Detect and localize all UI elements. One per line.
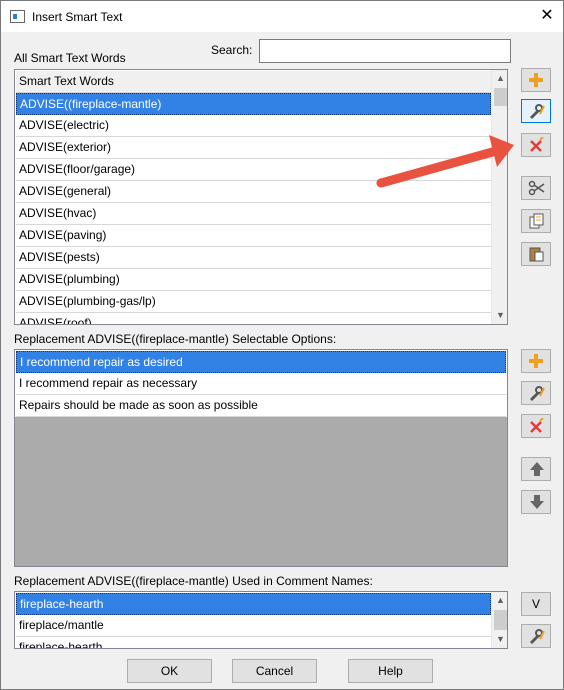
selectable-options-list[interactable]: I recommend repair as desired I recommen…: [14, 349, 508, 567]
comments-scrollbar[interactable]: ▲ ▼: [491, 592, 507, 648]
list-item[interactable]: fireplace/mantle: [16, 615, 491, 637]
move-up-icon: [530, 462, 544, 476]
copy-icon: [529, 213, 544, 229]
insert-smart-text-dialog: Insert Smart Text ✕ All Smart Text Words…: [0, 0, 564, 690]
delete-word-button[interactable]: [521, 133, 551, 157]
scroll-up-icon[interactable]: ▲: [492, 592, 507, 609]
list-item[interactable]: ADVISE(hvac): [16, 203, 491, 225]
move-down-button[interactable]: [521, 490, 551, 514]
edit-icon: [530, 386, 545, 401]
annotation-arrow-icon: [376, 135, 514, 188]
edit-comment-button[interactable]: [521, 624, 551, 648]
help-button[interactable]: Help: [348, 659, 433, 683]
empty-list-area: [15, 417, 507, 566]
copy-button[interactable]: [521, 209, 551, 233]
scroll-down-icon[interactable]: ▼: [492, 631, 507, 648]
window-title: Insert Smart Text: [32, 10, 123, 24]
cut-button[interactable]: [521, 176, 551, 200]
scroll-thumb[interactable]: [494, 88, 507, 106]
list-item[interactable]: I recommend repair as desired: [16, 351, 506, 373]
list-item[interactable]: ADVISE(paving): [16, 225, 491, 247]
cancel-button[interactable]: Cancel: [232, 659, 317, 683]
delete-icon: [530, 418, 544, 433]
comment-names-label: Replacement ADVISE((fireplace-mantle) Us…: [14, 574, 373, 588]
delete-icon: [530, 137, 544, 152]
cut-icon: [528, 180, 545, 196]
add-word-button[interactable]: [521, 68, 551, 92]
move-up-button[interactable]: [521, 457, 551, 481]
options-label: Replacement ADVISE((fireplace-mantle) Se…: [14, 332, 337, 346]
search-input[interactable]: [259, 39, 511, 63]
add-icon: [529, 354, 543, 368]
search-label: Search:: [211, 43, 253, 57]
list-item[interactable]: ADVISE(pests): [16, 247, 491, 269]
words-scrollbar[interactable]: ▲ ▼: [491, 70, 507, 324]
edit-icon: [530, 104, 545, 119]
add-option-button[interactable]: [521, 349, 551, 373]
move-down-icon: [530, 495, 544, 509]
list-item[interactable]: fireplace-hearth: [16, 593, 491, 615]
scroll-down-icon[interactable]: ▼: [492, 307, 507, 324]
title-bar: Insert Smart Text ✕: [1, 1, 563, 32]
list-item[interactable]: ADVISE(plumbing-gas/lp): [16, 291, 491, 313]
list-item[interactable]: ADVISE((fireplace-mantle): [16, 93, 491, 115]
scroll-up-icon[interactable]: ▲: [492, 70, 507, 87]
all-words-label: All Smart Text Words: [14, 51, 126, 65]
edit-option-button[interactable]: [521, 381, 551, 405]
paste-icon: [529, 247, 544, 262]
list-item[interactable]: ADVISE(roof): [16, 313, 491, 324]
scroll-thumb[interactable]: [494, 610, 507, 630]
add-icon: [529, 73, 543, 87]
edit-icon: [530, 629, 545, 644]
smart-text-words-list[interactable]: Smart Text Words ADVISE((fireplace-mantl…: [14, 69, 508, 325]
list-item[interactable]: I recommend repair as necessary: [16, 373, 506, 395]
list-item[interactable]: ADVISE(plumbing): [16, 269, 491, 291]
close-icon[interactable]: ✕: [536, 5, 558, 27]
list-item[interactable]: Repairs should be made as soon as possib…: [16, 395, 506, 417]
delete-option-button[interactable]: [521, 414, 551, 438]
ok-button[interactable]: OK: [127, 659, 212, 683]
paste-button[interactable]: [521, 242, 551, 266]
edit-word-button[interactable]: [521, 99, 551, 123]
app-icon: [10, 10, 25, 23]
list-item[interactable]: fireplace-hearth: [16, 637, 491, 648]
list-header: Smart Text Words: [16, 71, 491, 93]
comment-names-list[interactable]: fireplace-hearth fireplace/mantle firepl…: [14, 591, 508, 649]
v-button[interactable]: V: [521, 592, 551, 616]
